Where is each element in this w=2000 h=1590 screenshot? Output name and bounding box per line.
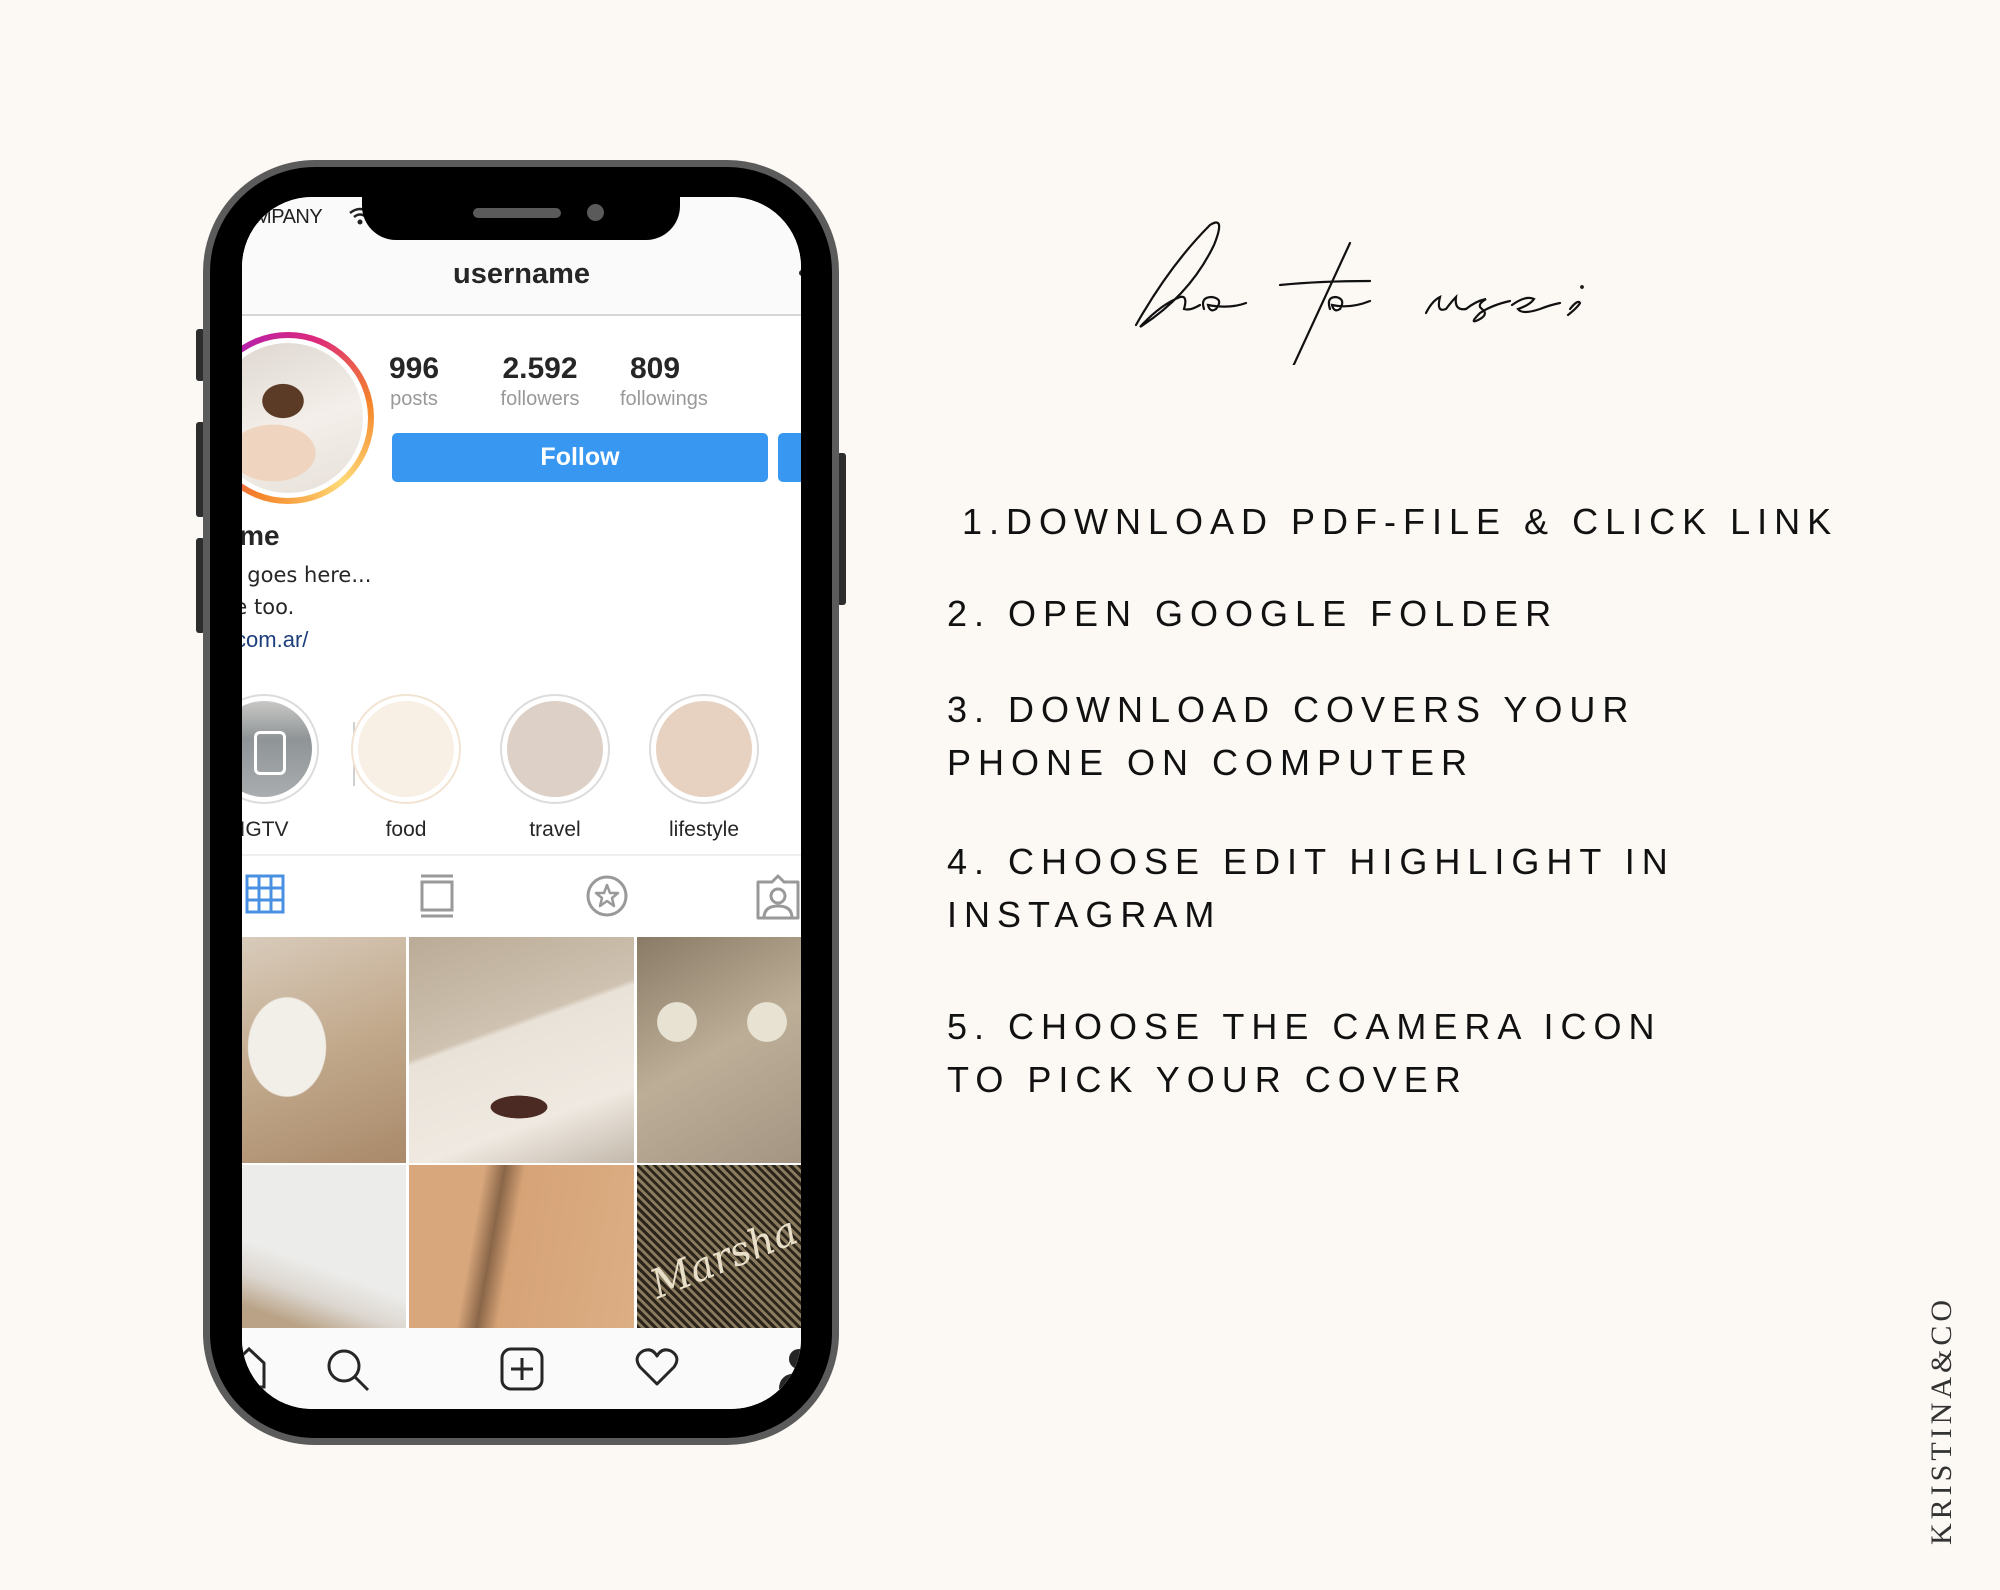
more-options-icon[interactable] [799, 270, 801, 276]
instruction-step-5: 5. CHOOSE THE CAMERA ICON TO PICK YOUR C… [947, 1000, 1661, 1106]
tagged-icon[interactable] [756, 874, 800, 920]
grid-post[interactable] [242, 1165, 406, 1328]
star-icon[interactable] [585, 874, 629, 918]
stat-value: 996 [388, 352, 440, 385]
profile-photo [242, 343, 363, 493]
phone-screen: OMPANY username 996 posts 2.592 follower… [242, 197, 801, 1409]
grid-post[interactable] [637, 937, 801, 1163]
highlight-food[interactable]: food [349, 694, 463, 842]
stat-label: followers [500, 388, 580, 410]
search-icon[interactable] [325, 1347, 371, 1393]
heart-icon[interactable] [635, 1347, 679, 1387]
stat-posts[interactable]: 996 posts [354, 352, 474, 411]
highlight-igtv[interactable]: IGTV [242, 694, 321, 842]
step-line: INSTAGRAM [947, 894, 1222, 935]
home-icon[interactable] [242, 1347, 266, 1389]
bio-link[interactable]: rinad.com.ar/ [242, 627, 308, 653]
brand-logo: KRISTINA&CO [1925, 1295, 1958, 1545]
bio-line: ur bio goes here... [242, 563, 372, 587]
step-line: 2. OPEN GOOGLE FOLDER [947, 593, 1559, 634]
follow-button[interactable]: Follow [392, 433, 768, 482]
bio-line: d here too. [242, 595, 295, 619]
instruction-step-3: 3. DOWNLOAD COVERS YOUR PHONE ON COMPUTE… [947, 683, 1635, 789]
stat-label: followings [620, 388, 708, 410]
suggested-dropdown-button[interactable] [778, 433, 801, 482]
page-title-script [1134, 221, 1584, 365]
highlight-travel[interactable]: travel [498, 694, 612, 842]
highlight-cover [656, 701, 752, 797]
highlight-cover [507, 701, 603, 797]
igtv-icon [242, 701, 312, 797]
instruction-step-4: 4. CHOOSE EDIT HIGHLIGHT IN INSTAGRAM [947, 835, 1675, 941]
add-post-icon[interactable] [500, 1347, 544, 1391]
grid-post[interactable] [242, 937, 406, 1163]
profile-icon[interactable] [777, 1347, 801, 1391]
highlight-label: travel [529, 818, 581, 841]
grid-post[interactable] [409, 937, 634, 1163]
highlight-label: food [385, 818, 427, 841]
phone-speaker [473, 208, 561, 218]
grid-post[interactable]: Marsha [637, 1165, 801, 1328]
phone-camera [587, 204, 604, 221]
step-line: TO PICK YOUR COVER [947, 1059, 1468, 1100]
instruction-step-2: 2. OPEN GOOGLE FOLDER [947, 587, 1558, 640]
instruction-step-1: 1.DOWNLOAD PDF-FILE & CLICK LINK [962, 495, 1838, 548]
grid-post[interactable] [409, 1165, 634, 1328]
stat-following[interactable]: 809 followings [608, 352, 801, 411]
profile-username-title: username [452, 258, 590, 290]
step-line: 1.DOWNLOAD PDF-FILE & CLICK LINK [962, 501, 1839, 542]
step-line: PHONE ON COMPUTER [947, 742, 1475, 783]
tabs-divider [242, 854, 801, 856]
step-line: 5. CHOOSE THE CAMERA ICON [947, 1006, 1662, 1047]
step-line: 3. DOWNLOAD COVERS YOUR [947, 689, 1636, 730]
highlight-lifestyle[interactable]: lifestyle [647, 694, 761, 842]
stat-value: 809 [630, 352, 681, 385]
stat-label: posts [390, 388, 438, 410]
grid-icon[interactable] [245, 874, 285, 914]
marshall-logo: Marsha [643, 1207, 801, 1309]
highlight-label: IGTV [242, 818, 289, 841]
stat-followers[interactable]: 2.592 followers [480, 352, 600, 411]
stat-value: 2.592 [502, 352, 578, 385]
feed-icon[interactable] [419, 874, 455, 918]
status-carrier: OMPANY [242, 206, 323, 228]
highlight-label: lifestyle [668, 818, 740, 841]
bio-display-name: ername [242, 520, 280, 551]
highlight-cover [358, 701, 454, 797]
step-line: 4. CHOOSE EDIT HIGHLIGHT IN [947, 841, 1675, 882]
